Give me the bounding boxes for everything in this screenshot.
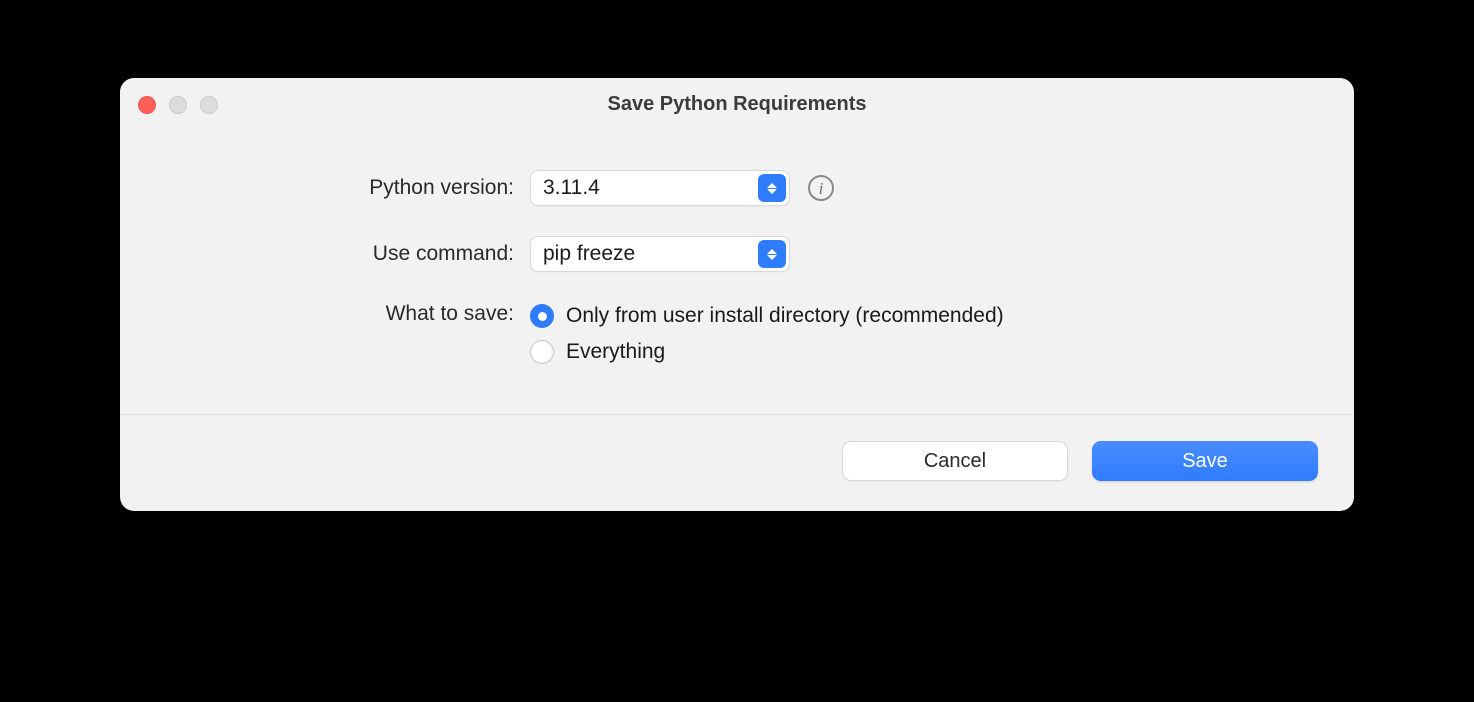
maximize-window-button[interactable]: [200, 96, 218, 114]
python-version-value: 3.11.4: [543, 176, 600, 200]
window-controls: [138, 96, 218, 114]
info-icon[interactable]: i: [808, 175, 834, 201]
cancel-button[interactable]: Cancel: [842, 441, 1068, 481]
dialog-footer: Cancel Save: [120, 415, 1354, 511]
titlebar: Save Python Requirements: [120, 78, 1354, 130]
radio-unselected-icon: [530, 340, 554, 364]
what-to-save-radio-group: Only from user install directory (recomm…: [530, 302, 1004, 364]
select-chevron-icon: [758, 174, 786, 202]
python-version-controls: 3.11.4 i: [530, 170, 834, 206]
use-command-row: Use command: pip freeze: [160, 236, 1314, 272]
use-command-controls: pip freeze: [530, 236, 790, 272]
use-command-label: Use command:: [160, 242, 530, 266]
use-command-select[interactable]: pip freeze: [530, 236, 790, 272]
what-to-save-label: What to save:: [160, 302, 530, 326]
dialog-title: Save Python Requirements: [120, 93, 1354, 116]
use-command-value: pip freeze: [543, 242, 635, 266]
save-python-requirements-dialog: Save Python Requirements Python version:…: [120, 78, 1354, 511]
what-to-save-row: What to save: Only from user install dir…: [160, 302, 1314, 364]
save-button[interactable]: Save: [1092, 441, 1318, 481]
select-chevron-icon: [758, 240, 786, 268]
radio-label: Everything: [566, 340, 665, 364]
radio-label: Only from user install directory (recomm…: [566, 304, 1004, 328]
python-version-label: Python version:: [160, 176, 530, 200]
dialog-content: Python version: 3.11.4 i Use command: p: [120, 130, 1354, 414]
radio-selected-icon: [530, 304, 554, 328]
minimize-window-button[interactable]: [169, 96, 187, 114]
close-window-button[interactable]: [138, 96, 156, 114]
radio-option-everything[interactable]: Everything: [530, 340, 1004, 364]
radio-option-user-install[interactable]: Only from user install directory (recomm…: [530, 304, 1004, 328]
python-version-row: Python version: 3.11.4 i: [160, 170, 1314, 206]
python-version-select[interactable]: 3.11.4: [530, 170, 790, 206]
